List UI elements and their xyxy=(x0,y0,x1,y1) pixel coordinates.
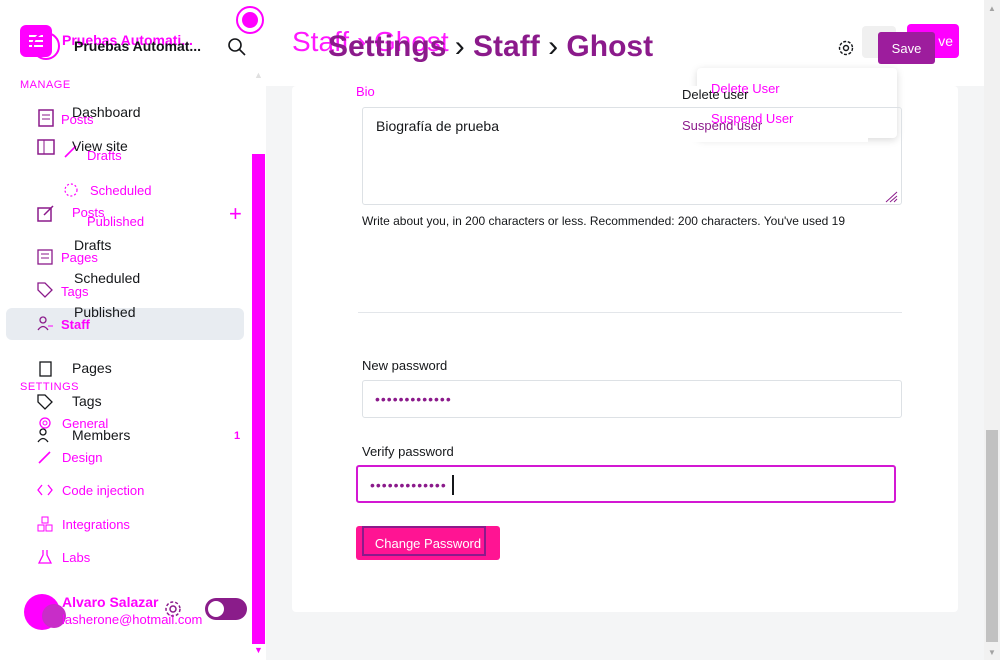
sidebar-item-code-injection-label: Code injection xyxy=(62,482,145,498)
sidebar-item-code-injection[interactable]: Code injection xyxy=(36,481,144,499)
section-settings: SETTINGS xyxy=(20,381,80,393)
sidebar-item-scheduled-pink[interactable]: Scheduled xyxy=(62,181,151,199)
main-scroll-down-icon[interactable]: ▼ xyxy=(988,648,996,657)
sidebar-item-integrations-label: Integrations xyxy=(62,516,130,532)
brand-ring-icon xyxy=(32,32,60,60)
text-caret xyxy=(452,475,454,495)
sidebar-item-labs[interactable]: Labs xyxy=(36,548,90,566)
integrations-icon xyxy=(36,515,54,533)
brand-name-overlay: Pruebas Automat... xyxy=(74,38,202,54)
design-brush-icon xyxy=(36,448,54,466)
members-count-badge: 1 xyxy=(234,430,241,442)
sidebar-item-design-label: Design xyxy=(62,449,103,465)
sidebar-item-labs-label: Labs xyxy=(62,549,91,565)
breadcrumb-user: Ghost xyxy=(566,30,654,63)
new-password-field[interactable]: ••••••••••••• xyxy=(362,380,902,418)
sidebar-item-drafts[interactable]: Drafts xyxy=(74,237,111,253)
sidebar-item-design[interactable]: Design xyxy=(36,448,102,466)
new-password-label: New password xyxy=(362,358,448,373)
sidebar-scrollbar[interactable] xyxy=(252,154,265,644)
sidebar-item-published-pink[interactable]: Published xyxy=(87,214,144,229)
code-icon xyxy=(36,481,54,499)
bio-value: Biografía de prueba xyxy=(376,118,499,134)
brand[interactable]: Pruebas Automati... Pruebas Automat... xyxy=(20,25,201,60)
new-password-value: ••••••••••••• xyxy=(375,391,452,407)
sidebar-item-tags-pink[interactable]: Tags xyxy=(61,284,88,299)
bio-hint: Write about you, in 200 characters or le… xyxy=(362,214,846,228)
breadcrumb-separator: › xyxy=(548,30,559,63)
breadcrumb-settings[interactable]: Settings xyxy=(328,30,446,63)
verify-password-value: ••••••••••••• xyxy=(370,477,447,493)
clock-icon xyxy=(62,181,80,199)
sidebar-scroll-up-icon[interactable]: ▲ xyxy=(254,70,263,80)
bio-label: Bio xyxy=(356,84,375,99)
tag-icon xyxy=(36,281,54,304)
pages-dark-icon xyxy=(36,360,54,383)
sidebar: Pruebas Automati... Pruebas Automat... ▲… xyxy=(0,0,266,660)
main-scroll-up-icon[interactable]: ▲ xyxy=(988,4,996,13)
sidebar-item-dashboard[interactable]: Dashboard xyxy=(72,104,141,120)
view-site-icon xyxy=(36,137,56,162)
sidebar-item-pages[interactable]: Pages xyxy=(72,360,112,376)
status-dot-icon xyxy=(236,6,264,34)
night-mode-toggle[interactable] xyxy=(205,598,247,620)
tags-dark-icon xyxy=(36,393,54,416)
verify-password-label: Verify password xyxy=(362,444,454,459)
sidebar-item-scheduled-label: Scheduled xyxy=(90,182,152,198)
page-title: Settings › Staff › Ghost xyxy=(328,30,653,64)
breadcrumb-separator: › xyxy=(454,30,465,63)
sidebar-item-published[interactable]: Published xyxy=(74,304,136,320)
posts-icon xyxy=(36,108,56,133)
sidebar-item-general-label: General xyxy=(62,415,109,431)
sidebar-scroll-down-icon[interactable]: ▼ xyxy=(254,645,263,655)
sidebar-item-scheduled[interactable]: Scheduled xyxy=(74,270,140,286)
search-icon[interactable] xyxy=(226,36,248,58)
sidebar-item-tags[interactable]: Tags xyxy=(72,393,102,409)
labs-flask-icon xyxy=(36,548,54,566)
verify-password-field[interactable]: ••••••••••••• xyxy=(356,465,896,503)
save-button[interactable]: Save xyxy=(878,32,935,64)
user-menu[interactable]: Alvaro Salazar lasherone@hotmail.com xyxy=(20,590,250,630)
general-gear-icon xyxy=(36,414,54,432)
breadcrumb-staff[interactable]: Staff xyxy=(473,30,540,63)
edit-icon xyxy=(36,203,56,228)
sidebar-item-general[interactable]: General xyxy=(36,414,108,432)
user-name: Alvaro Salazar xyxy=(62,594,159,610)
delete-user-menu-item-overlay[interactable]: Delete user xyxy=(682,87,748,102)
change-password-button-outline xyxy=(362,526,486,556)
sidebar-item-integrations[interactable]: Integrations xyxy=(36,515,130,533)
section-manage: MANAGE xyxy=(20,79,71,91)
section-divider xyxy=(358,312,902,313)
main-scrollbar-thumb[interactable] xyxy=(986,430,998,642)
sidebar-item-view-site[interactable]: View site xyxy=(72,138,128,154)
pages-icon xyxy=(36,248,54,271)
user-settings-gear-icon[interactable] xyxy=(162,598,184,620)
staff-icon xyxy=(36,314,54,337)
user-actions-gear-icon[interactable] xyxy=(836,38,856,58)
resize-grip-icon[interactable] xyxy=(884,190,898,203)
add-post-icon[interactable]: + xyxy=(229,203,242,225)
